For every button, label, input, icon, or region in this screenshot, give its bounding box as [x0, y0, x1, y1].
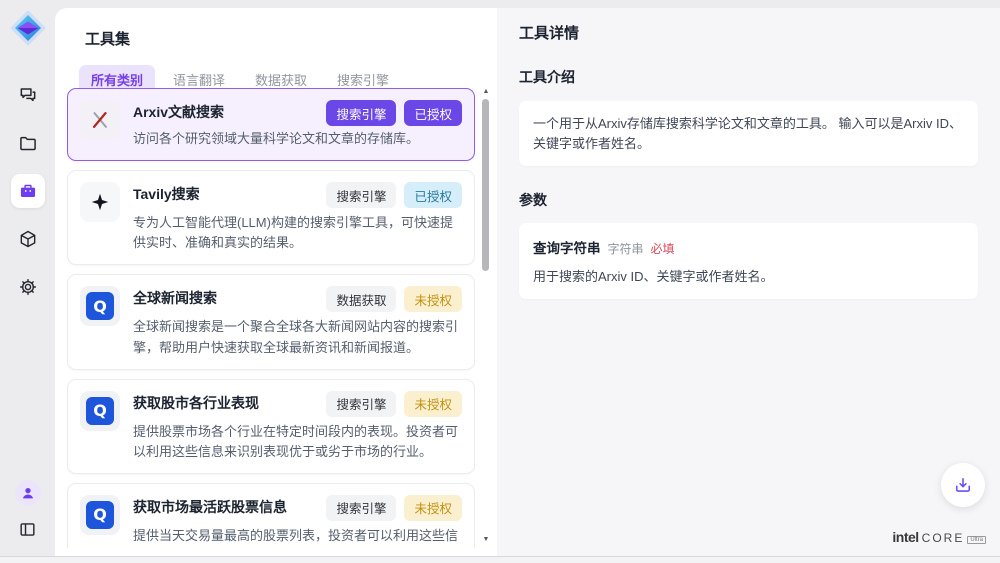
core-wordmark: core [922, 531, 965, 545]
bottom-strip [0, 557, 1000, 563]
intel-wordmark: intel [892, 529, 918, 545]
scroll-up-arrow-icon[interactable]: ▲ [481, 88, 491, 96]
chat-icon[interactable] [11, 78, 45, 112]
tool-card-arxiv[interactable]: Arxiv文献搜索 搜索引擎 已授权 访问各个研究领域大量科学论文和文章的存储库… [67, 88, 475, 161]
params-heading: 参数 [519, 190, 978, 210]
category-badge: 搜索引擎 [326, 182, 396, 208]
tool-name: Tavily搜索 [133, 182, 326, 204]
tool-details-panel: 工具详情 工具介绍 一个用于从Arxiv存储库搜索科学论文和文章的工具。 输入可… [497, 8, 1000, 556]
toolset-title: 工具集 [85, 28, 497, 49]
tool-card-global-news[interactable]: Q 全球新闻搜索 数据获取 未授权 全球新闻搜索是一个聚合全球各大新闻网站内容的… [67, 274, 475, 369]
tool-desc: 全球新闻搜索是一个聚合全球各大新闻网站内容的搜索引擎，帮助用户快速获取全球最新资… [133, 317, 462, 357]
tool-card-sector-performance[interactable]: Q 获取股市各行业表现 搜索引擎 未授权 提供股票市场各个行业在特定时间段内的表… [67, 379, 475, 474]
tool-name: Arxiv文献搜索 [133, 100, 326, 122]
toolbox-icon[interactable] [11, 174, 45, 208]
download-icon [953, 475, 973, 495]
auth-badge: 已授权 [404, 100, 462, 126]
category-badge: 搜索引擎 [326, 100, 396, 126]
scroll-down-arrow-icon[interactable]: ▼ [481, 536, 491, 544]
settings-gear-icon[interactable] [11, 270, 45, 304]
tavily-star-icon [80, 182, 120, 222]
param-name: 查询字符串 [533, 237, 601, 257]
collapse-sidebar-icon[interactable] [15, 516, 41, 542]
tool-name: 全球新闻搜索 [133, 286, 326, 308]
package-icon[interactable] [11, 222, 45, 256]
tool-desc: 提供当天交易量最高的股票列表，投资者可以利用这些信息来识别流动性强的股票和潜在的… [133, 526, 462, 548]
tool-desc: 访问各个研究领域大量科学论文和文章的存储库。 [133, 129, 462, 149]
juhe-q-icon: Q [80, 286, 120, 326]
folder-icon[interactable] [11, 126, 45, 160]
user-avatar[interactable] [15, 480, 41, 506]
arxiv-icon [80, 100, 120, 140]
tool-desc: 专为人工智能代理(LLM)构建的搜索引擎工具，可快速提供实时、准确和真实的结果。 [133, 213, 462, 253]
app-logo [8, 8, 48, 48]
toolset-panel: 工具集 所有类别 语言翻译 数据获取 搜索引擎 Arxiv文献搜索 [55, 8, 497, 556]
auth-badge: 未授权 [404, 286, 462, 312]
auth-badge: 未授权 [404, 391, 462, 417]
param-card: 查询字符串 字符串 必填 用于搜索的Arxiv ID、关键字或作者姓名。 [519, 223, 978, 299]
tool-name: 获取市场最活跃股票信息 [133, 495, 326, 517]
ultra-badge: Ultra [967, 536, 986, 544]
param-desc: 用于搜索的Arxiv ID、关键字或作者姓名。 [533, 266, 964, 285]
list-scrollbar[interactable]: ▲ ▼ [481, 90, 491, 542]
juhe-q-icon: Q [80, 495, 120, 535]
juhe-q-icon: Q [80, 391, 120, 431]
intro-text: 一个用于从Arxiv存储库搜索科学论文和文章的工具。 输入可以是Arxiv ID… [519, 101, 978, 166]
category-badge: 搜索引擎 [326, 495, 396, 521]
intel-core-logo: intel core Ultra [892, 529, 986, 545]
tool-card-tavily[interactable]: Tavily搜索 搜索引擎 已授权 专为人工智能代理(LLM)构建的搜索引擎工具… [67, 170, 475, 265]
tool-card-most-active-stocks[interactable]: Q 获取市场最活跃股票信息 搜索引擎 未授权 提供当天交易量最高的股票列表，投资… [67, 483, 475, 548]
auth-badge: 已授权 [404, 182, 462, 208]
param-required-badge: 必填 [651, 240, 675, 257]
param-type: 字符串 [608, 240, 644, 257]
tool-list: Arxiv文献搜索 搜索引擎 已授权 访问各个研究领域大量科学论文和文章的存储库… [67, 88, 475, 548]
tool-desc: 提供股票市场各个行业在特定时间段内的表现。投资者可以利用这些信息来识别表现优于或… [133, 422, 462, 462]
intro-heading: 工具介绍 [519, 67, 978, 87]
category-badge: 数据获取 [326, 286, 396, 312]
download-button[interactable] [941, 463, 985, 507]
category-badge: 搜索引擎 [326, 391, 396, 417]
scrollbar-thumb[interactable] [482, 99, 489, 271]
app-window: 工具集 所有类别 语言翻译 数据获取 搜索引擎 Arxiv文献搜索 [0, 0, 1000, 563]
details-title: 工具详情 [519, 22, 978, 43]
left-rail [0, 0, 55, 556]
tool-name: 获取股市各行业表现 [133, 391, 326, 413]
auth-badge: 未授权 [404, 495, 462, 521]
